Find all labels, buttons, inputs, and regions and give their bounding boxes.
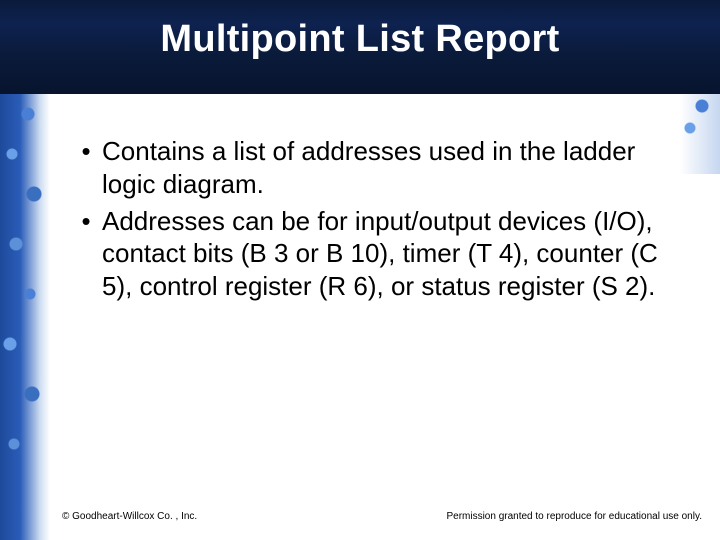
list-item: • Addresses can be for input/output devi… — [70, 205, 660, 303]
bullet-icon: • — [70, 205, 102, 303]
decorative-left-strip — [0, 94, 50, 540]
permission-text: Permission granted to reproduce for educ… — [446, 511, 702, 522]
decorative-right-accent — [680, 94, 720, 174]
slide-header: Multipoint List Report — [0, 0, 720, 94]
list-item: • Contains a list of addresses used in t… — [70, 135, 660, 201]
bullet-text: Addresses can be for input/output device… — [102, 205, 660, 303]
slide-title: Multipoint List Report — [0, 18, 720, 61]
bullet-list: • Contains a list of addresses used in t… — [70, 135, 660, 307]
bullet-text: Contains a list of addresses used in the… — [102, 135, 660, 201]
bullet-icon: • — [70, 135, 102, 201]
copyright-text: © Goodheart-Willcox Co. , Inc. — [62, 511, 197, 522]
